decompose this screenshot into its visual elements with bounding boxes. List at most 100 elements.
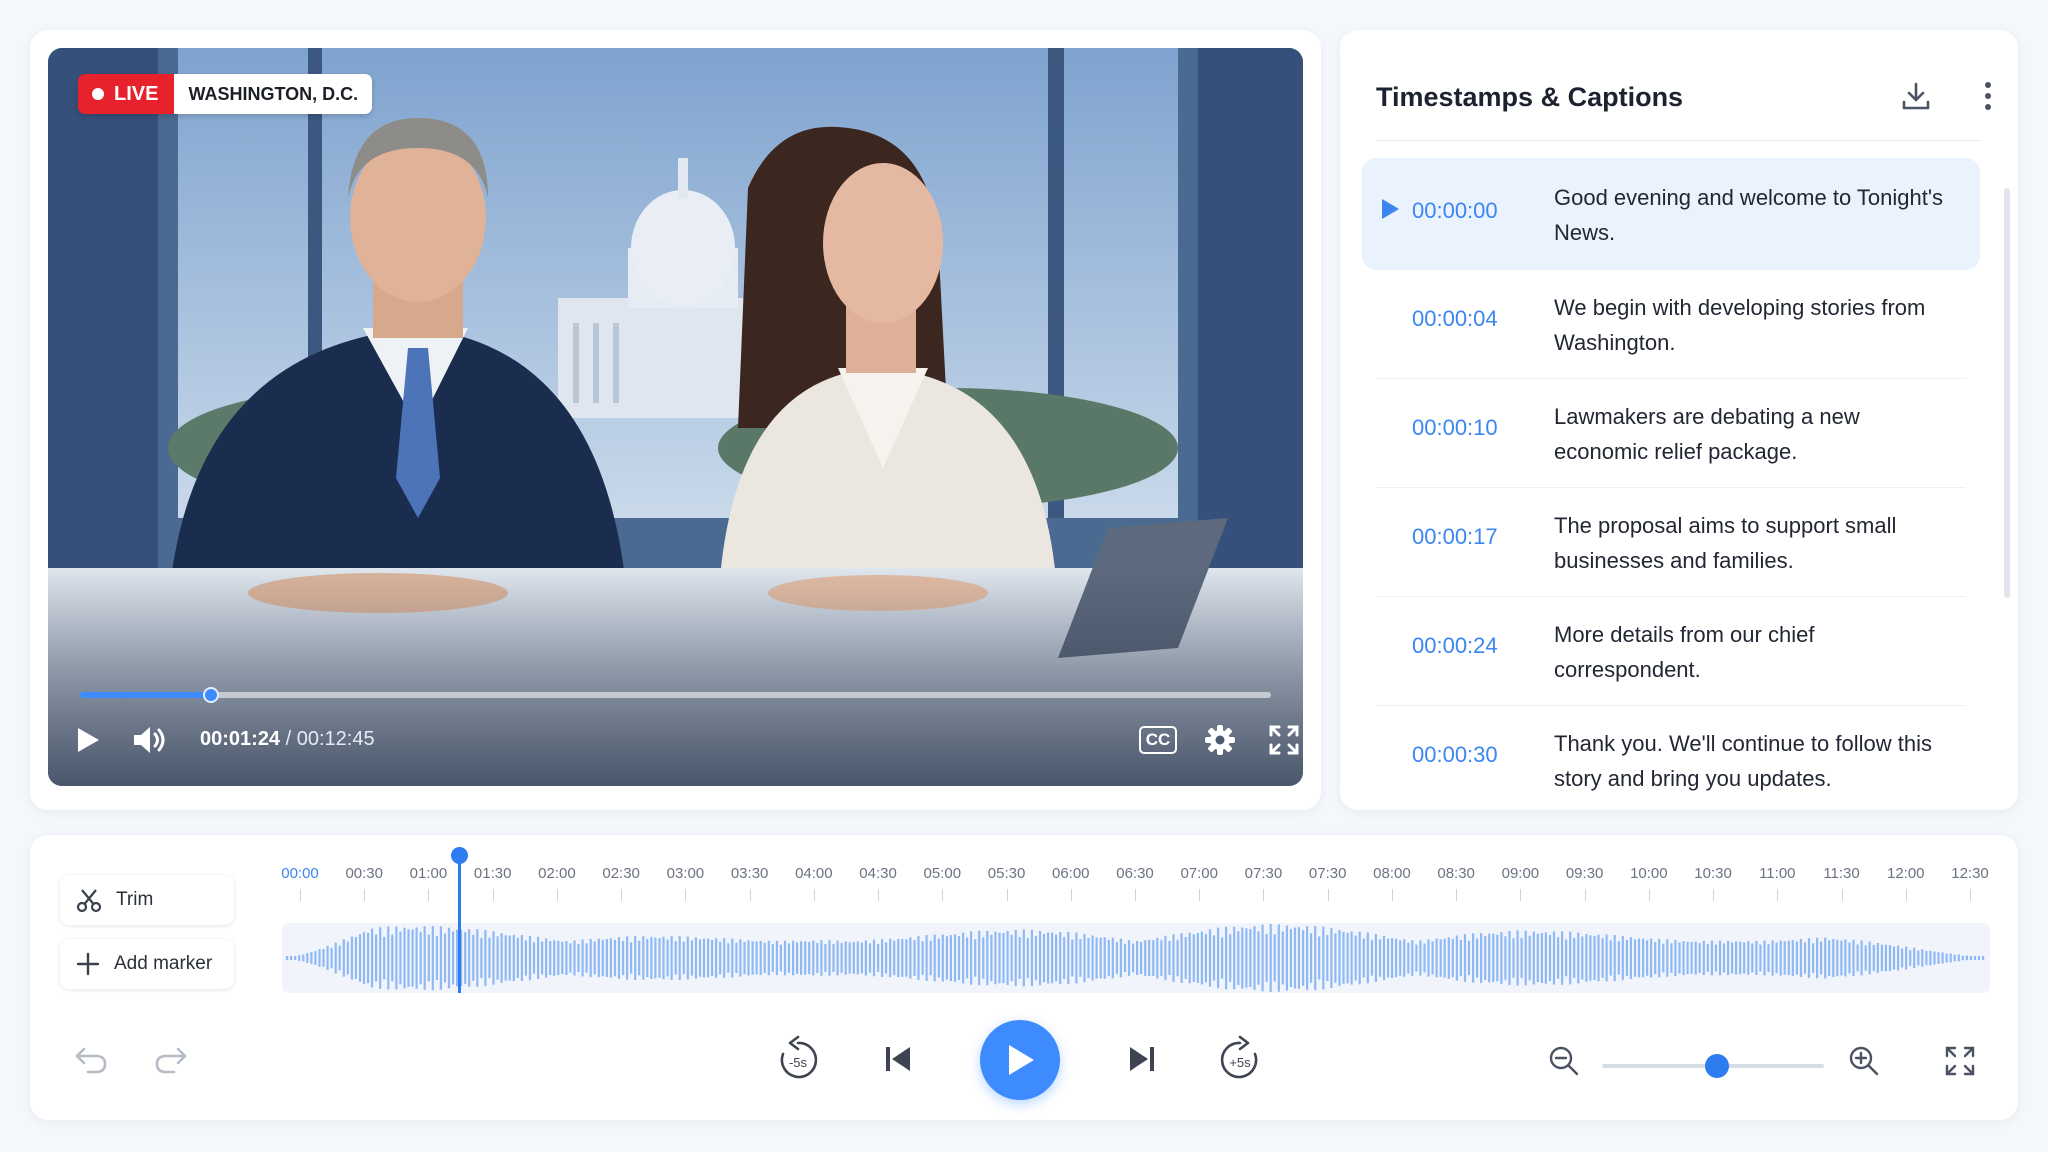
undo-icon [75, 1047, 107, 1074]
caption-row[interactable]: 00:00:04 We begin with developing storie… [1376, 270, 1966, 379]
skip-next-button[interactable] [1116, 1033, 1168, 1085]
waveform-bar [1609, 940, 1612, 976]
skip-previous-button[interactable] [872, 1033, 924, 1085]
waveform-bar [286, 956, 289, 960]
caption-timestamp[interactable]: 00:00:04 [1412, 306, 1498, 332]
waveform-bar [1285, 925, 1288, 991]
waveform-bar [852, 942, 855, 974]
waveform-bar [1083, 933, 1086, 983]
timeline-playhead[interactable] [451, 847, 468, 993]
waveform-bar [1812, 943, 1815, 973]
waveform-bar [1208, 929, 1212, 987]
waveform-bar [1779, 940, 1782, 976]
undo-button[interactable] [66, 1035, 116, 1085]
waveform-bar [395, 926, 398, 990]
captions-title: Timestamps & Captions [1376, 82, 1684, 112]
gear-icon [1205, 725, 1235, 755]
settings-button[interactable] [1198, 718, 1242, 762]
captions-scrollbar[interactable] [2004, 188, 2010, 598]
trim-button[interactable]: Trim [60, 875, 234, 925]
caption-row[interactable]: 00:00:10 Lawmakers are debating a new ec… [1376, 379, 1966, 488]
zoom-in-button[interactable] [1842, 1039, 1886, 1083]
download-button[interactable] [1894, 74, 1938, 118]
waveform-bar [982, 937, 985, 979]
more-options-button[interactable] [1966, 74, 2010, 118]
waveform-bar [1042, 934, 1046, 983]
waveform-bar [650, 936, 653, 979]
scissors-icon [76, 889, 102, 913]
waveform-bar [1957, 954, 1960, 962]
waveform-bar [662, 936, 665, 980]
waveform-bar [929, 940, 932, 976]
caption-timestamp[interactable]: 00:00:10 [1412, 415, 1498, 441]
waveform-bar [1075, 932, 1078, 984]
caption-row[interactable]: 00:00:00 Good evening and welcome to Ton… [1362, 158, 1980, 270]
redo-button[interactable] [146, 1035, 196, 1085]
caption-timestamp[interactable]: 00:00:17 [1412, 524, 1498, 550]
waveform-bar [1350, 931, 1353, 985]
expand-timeline-button[interactable] [1938, 1039, 1982, 1083]
zoom-slider-handle[interactable] [1705, 1054, 1730, 1078]
timeline-tick-label: 09:30 [1565, 865, 1604, 882]
caption-row[interactable]: 00:00:17 The proposal aims to support sm… [1376, 488, 1966, 597]
waveform-bar [1366, 932, 1369, 984]
waveform-bar [1095, 937, 1098, 979]
more-vertical-icon [1985, 82, 1991, 110]
waveform-bar [711, 940, 714, 976]
waveform-bar [1051, 932, 1054, 984]
timeline-tick-line [1006, 889, 1008, 901]
audio-waveform[interactable] [282, 923, 1990, 993]
zoom-slider[interactable] [1602, 1054, 1824, 1078]
waveform-bar [1864, 945, 1867, 971]
main-play-button[interactable] [980, 1020, 1060, 1100]
volume-button[interactable] [128, 718, 172, 762]
captions-toggle-button[interactable]: CC [1136, 718, 1180, 762]
video-frame[interactable]: LIVE WASHINGTON, D.C. 00:01:24 / 00:12:4 [48, 48, 1303, 786]
caption-row[interactable]: 00:00:24 More details from our chief cor… [1376, 597, 1966, 706]
waveform-bar [1297, 927, 1301, 989]
add-marker-button[interactable]: Add marker [60, 939, 234, 989]
timeline-tick-label: 12:00 [1886, 865, 1925, 882]
forward-5s-button[interactable]: +5s [1212, 1031, 1268, 1087]
caption-timestamp[interactable]: 00:00:00 [1412, 198, 1498, 224]
timeline-tick-label: 03:00 [666, 865, 705, 882]
caption-text: Lawmakers are debating a new economic re… [1554, 404, 1860, 464]
waveform-bar [350, 936, 353, 980]
waveform-bar [1459, 939, 1462, 977]
waveform-bar [1225, 926, 1228, 990]
zoom-out-button[interactable] [1542, 1039, 1586, 1083]
waveform-bar [1828, 940, 1831, 976]
waveform-bar [354, 937, 357, 979]
caption-timestamp[interactable]: 00:00:30 [1412, 742, 1498, 768]
waveform-bar [557, 940, 560, 976]
location-label: WASHINGTON, D.C. [174, 74, 373, 114]
waveform-bar [1977, 956, 1981, 960]
caption-text: We begin with developing stories from Wa… [1554, 295, 1926, 355]
waveform-bar [1937, 952, 1940, 964]
waveform-bar [962, 932, 965, 984]
timeline-tick-line [300, 889, 301, 901]
waveform-bar [415, 927, 418, 989]
fullscreen-button[interactable] [1262, 718, 1303, 762]
waveform-bar [1403, 939, 1406, 977]
caption-timestamp[interactable]: 00:00:24 [1412, 633, 1498, 659]
waveform-bar [1342, 932, 1345, 984]
waveform-bar [338, 945, 341, 971]
waveform-bar [613, 939, 617, 977]
waveform-bar [342, 939, 345, 977]
video-scrubber[interactable] [80, 687, 1271, 703]
waveform-bar [905, 939, 908, 977]
rewind-label: -5s [789, 1055, 808, 1070]
video-play-button[interactable] [66, 718, 110, 762]
live-dot-icon [92, 88, 104, 100]
rewind-5s-button[interactable]: -5s [770, 1031, 826, 1087]
waveform-bar [427, 934, 430, 982]
waveform-bar [1751, 943, 1754, 973]
caption-row[interactable]: 00:00:30 Thank you. We'll continue to fo… [1376, 706, 1966, 810]
captions-divider [1376, 140, 1982, 141]
timeline-ruler[interactable]: 00:00 00:30 01:00 01:30 02:00 02:30 03:00 03:30… [280, 865, 1990, 905]
waveform-bar [573, 940, 576, 976]
waveform-bar [1504, 936, 1507, 980]
timeline-panel: Trim Add marker 00:00 00:30 01:00 01:30 02:0… [30, 835, 2018, 1120]
waveform-bar [1763, 940, 1766, 976]
